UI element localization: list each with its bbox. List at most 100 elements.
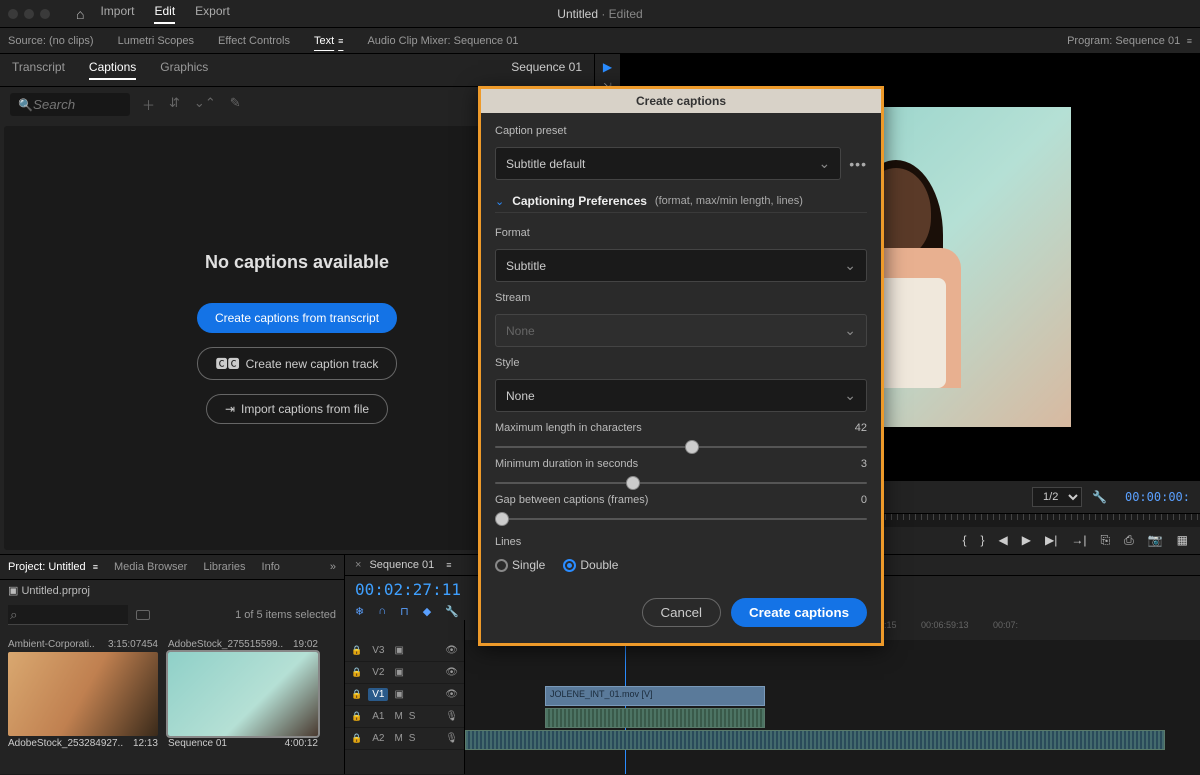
- search-icon: 🔍: [18, 98, 33, 112]
- style-label: Style: [495, 357, 867, 369]
- gap-value: 0: [861, 494, 867, 506]
- max-dot[interactable]: [40, 9, 50, 19]
- create-captions-button[interactable]: Create captions: [731, 598, 867, 627]
- tab-media-browser[interactable]: Media Browser: [114, 561, 187, 573]
- clip-thumbnail[interactable]: [8, 652, 158, 736]
- min-dot[interactable]: [24, 9, 34, 19]
- preset-label: Caption preset: [495, 125, 867, 137]
- selection-status: 1 of 5 items selected: [235, 609, 336, 621]
- track-v1[interactable]: 🔒V1▣👁: [345, 684, 464, 706]
- merge-icon[interactable]: ⌄⌃: [194, 95, 216, 114]
- style-select[interactable]: None: [495, 379, 867, 412]
- comparison-icon[interactable]: ▦: [1177, 533, 1188, 548]
- dialog-title: Create captions: [481, 89, 881, 113]
- window-controls[interactable]: [8, 9, 50, 19]
- chip-icon[interactable]: [136, 610, 150, 620]
- wrench-icon[interactable]: 🔧: [445, 605, 459, 618]
- format-select[interactable]: Subtitle: [495, 249, 867, 282]
- step-back-icon[interactable]: ◀: [999, 533, 1008, 548]
- close-icon[interactable]: ×: [355, 559, 361, 571]
- goto-end-icon[interactable]: →|: [1071, 533, 1086, 548]
- maxlen-label: Maximum length in characters: [495, 422, 642, 434]
- search-input[interactable]: [33, 97, 113, 112]
- tab-source[interactable]: Source: (no clips): [8, 35, 94, 47]
- add-icon[interactable]: ＋: [142, 95, 155, 114]
- tab-text[interactable]: Text≡: [314, 35, 343, 47]
- tab-lumetri[interactable]: Lumetri Scopes: [118, 35, 194, 47]
- mark-in-icon[interactable]: {: [963, 533, 967, 548]
- track-a1[interactable]: 🔒A1MS🎙: [345, 706, 464, 728]
- export-frame-icon[interactable]: 📷: [1148, 533, 1163, 548]
- project-panel: Project: Untitled ≡ Media Browser Librar…: [0, 555, 345, 774]
- clip-item[interactable]: Ambient-Corporati..3:15:07454 AdobeStock…: [8, 637, 158, 751]
- home-icon[interactable]: ⌂: [76, 6, 84, 22]
- sequence-tab[interactable]: Sequence 01: [369, 559, 434, 571]
- tab-project[interactable]: Project: Untitled ≡: [8, 561, 98, 573]
- mark-out-icon[interactable]: }: [981, 533, 985, 548]
- magnet-icon[interactable]: ⊓: [400, 605, 409, 618]
- gap-slider[interactable]: [495, 518, 867, 520]
- chevron-down-icon: [819, 155, 831, 172]
- workspace-tabs: Import Edit Export: [100, 4, 229, 24]
- tab-program[interactable]: Program: Sequence 01 ≡: [1067, 35, 1192, 47]
- tab-import[interactable]: Import: [100, 4, 134, 24]
- track-v3[interactable]: 🔒V3▣👁: [345, 640, 464, 662]
- chevron-down-icon: [844, 257, 856, 274]
- cancel-button[interactable]: Cancel: [642, 598, 722, 627]
- stream-select: None: [495, 314, 867, 347]
- split-icon[interactable]: ⇵: [169, 95, 180, 114]
- lines-double-radio[interactable]: Double: [563, 558, 618, 572]
- panel-tab-row: Source: (no clips) Lumetri Scopes Effect…: [0, 28, 1200, 54]
- track-headers: 🔒V3▣👁 🔒V2▣👁 🔒V1▣👁 🔒A1MS🎙 🔒A2MS🎙: [345, 620, 465, 774]
- tab-libraries[interactable]: Libraries: [203, 561, 245, 573]
- tab-export[interactable]: Export: [195, 4, 230, 24]
- preset-select[interactable]: Subtitle default: [495, 147, 841, 180]
- project-filter-input[interactable]: [8, 605, 128, 625]
- create-from-transcript-button[interactable]: Create captions from transcript: [197, 303, 397, 333]
- edit-icon[interactable]: ✎: [230, 95, 241, 114]
- marker-icon[interactable]: ◆: [423, 605, 431, 618]
- tab-effects[interactable]: Effect Controls: [218, 35, 290, 47]
- tab-edit[interactable]: Edit: [154, 4, 175, 24]
- subtab-graphics[interactable]: Graphics: [160, 60, 208, 80]
- import-captions-button[interactable]: ⇥Import captions from file: [206, 394, 388, 424]
- import-icon: ⇥: [225, 402, 235, 416]
- subtab-captions[interactable]: Captions: [89, 60, 136, 80]
- close-dot[interactable]: [8, 9, 18, 19]
- mindur-label: Minimum duration in seconds: [495, 458, 638, 470]
- subtab-transcript[interactable]: Transcript: [12, 60, 65, 80]
- document-title: Untitled · Edited: [557, 7, 642, 21]
- clip-item[interactable]: AdobeStock_275515599..19:02 Sequence 014…: [168, 637, 318, 751]
- timeline-clip-video[interactable]: JOLENE_INT_01.mov [V]: [545, 686, 765, 706]
- link-icon[interactable]: ∩: [378, 605, 386, 618]
- app-topbar: ⌂ Import Edit Export Untitled · Edited: [0, 0, 1200, 28]
- play-icon[interactable]: ▶: [1022, 533, 1031, 548]
- settings-icon[interactable]: 🔧: [1092, 490, 1107, 504]
- overflow-icon[interactable]: »: [330, 561, 336, 573]
- extract-icon[interactable]: ⎙: [1124, 533, 1134, 548]
- maxlen-value: 42: [855, 422, 867, 434]
- timeline-clip-audio[interactable]: [465, 730, 1165, 750]
- format-label: Format: [495, 227, 867, 239]
- panel-menu-icon[interactable]: ≡: [446, 560, 451, 570]
- mindur-value: 3: [861, 458, 867, 470]
- more-icon[interactable]: •••: [849, 156, 867, 172]
- track-a2[interactable]: 🔒A2MS🎙: [345, 728, 464, 750]
- create-new-track-button[interactable]: 🅲🅲Create new caption track: [197, 347, 398, 380]
- tab-info[interactable]: Info: [262, 561, 280, 573]
- selection-tool-icon[interactable]: ▶: [603, 60, 612, 74]
- lift-icon[interactable]: ⎘: [1100, 533, 1110, 548]
- tab-audiomixer[interactable]: Audio Clip Mixer: Sequence 01: [367, 35, 518, 47]
- zoom-select[interactable]: 1/2: [1032, 487, 1082, 507]
- caption-search[interactable]: 🔍: [10, 93, 130, 116]
- mindur-slider[interactable]: [495, 482, 867, 484]
- project-file: Untitled.prproj: [21, 585, 89, 597]
- track-v2[interactable]: 🔒V2▣👁: [345, 662, 464, 684]
- maxlen-slider[interactable]: [495, 446, 867, 448]
- clip-thumbnail[interactable]: [168, 652, 318, 736]
- timeline-clip-audio[interactable]: [545, 708, 765, 728]
- snap-icon[interactable]: ❄: [355, 605, 364, 618]
- step-fwd-icon[interactable]: ▶|: [1045, 533, 1057, 548]
- prefs-disclosure[interactable]: ⌄ Captioning Preferences (format, max/mi…: [495, 190, 867, 213]
- lines-single-radio[interactable]: Single: [495, 558, 545, 572]
